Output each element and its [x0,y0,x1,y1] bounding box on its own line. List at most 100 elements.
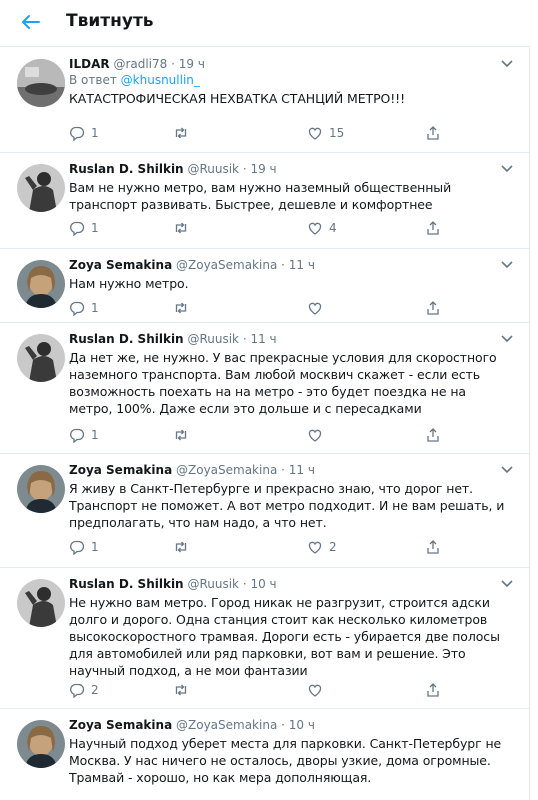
reply-icon [70,428,85,443]
author-handle[interactable]: @ZoyaSemakina [176,718,277,732]
author-handle[interactable]: @radli78 [113,57,167,71]
share-button[interactable] [425,218,441,238]
reply-button[interactable]: 1 [69,425,99,445]
author-handle[interactable]: @Ruusik [187,332,239,346]
separator-dot: · [171,57,175,71]
chevron-down-icon[interactable] [500,463,514,477]
separator-dot: · [242,332,247,346]
like-button[interactable]: 15 [307,123,344,143]
share-button[interactable] [425,123,441,143]
author-handle[interactable]: @Ruusik [187,577,239,591]
author-name[interactable]: Zoya Semakina [69,258,172,272]
avatar[interactable] [17,579,65,627]
retweet-button[interactable] [173,123,195,143]
chevron-down-icon[interactable] [500,57,514,71]
reply-button[interactable]: 1 [69,218,99,238]
avatar[interactable] [17,334,65,382]
reply-to-link[interactable]: @khusnullin_ [121,73,200,87]
heart-icon [308,222,322,235]
reply-button[interactable]: 2 [69,680,99,700]
tweet[interactable]: Zoya Semakina @ZoyaSemakina · 11 ч Нам н… [0,248,530,323]
reply-icon [70,683,85,698]
reply-icon [70,301,85,316]
retweet-button[interactable] [173,218,195,238]
tweet-time[interactable]: 11 ч [250,332,276,346]
heart-icon [308,684,322,697]
retweet-button[interactable] [173,298,195,318]
reply-context: В ответ @khusnullin_ [69,72,509,88]
heart-icon [308,302,322,315]
tweet-actions: 1 4 [69,218,469,238]
author-handle[interactable]: @Ruusik [187,162,239,176]
tweet-content: ILDAR @radli78 · 19 ч В ответ @khusnulli… [69,56,509,107]
chevron-down-icon[interactable] [500,258,514,272]
avatar[interactable] [17,260,65,308]
page-header: Твитнуть [0,0,530,47]
like-button[interactable]: 4 [307,218,337,238]
avatar[interactable] [17,720,65,768]
author-handle[interactable]: @ZoyaSemakina [176,463,277,477]
share-icon [427,540,439,554]
reply-count: 2 [91,683,99,697]
tweet[interactable]: ILDAR @radli78 · 19 ч В ответ @khusnulli… [0,47,530,153]
retweet-button[interactable] [173,425,195,445]
reply-icon [70,126,85,141]
separator-dot: · [281,718,285,732]
tweet-header: Ruslan D. Shilkin @Ruusik · 11 ч [69,331,509,347]
avatar[interactable] [17,164,65,212]
retweet-button[interactable] [173,680,195,700]
tweet-content: Zoya Semakina @ZoyaSemakina · 11 ч Я жив… [69,462,509,531]
tweet[interactable]: Ruslan D. Shilkin @Ruusik · 10 ч Не нужн… [0,567,530,709]
share-button[interactable] [425,425,441,445]
retweet-button[interactable] [173,537,195,557]
reply-button[interactable]: 1 [69,298,99,318]
tweet-time[interactable]: 19 ч [250,162,276,176]
share-button[interactable] [425,298,441,318]
reply-icon [70,540,85,555]
share-icon [427,301,439,315]
like-button[interactable]: 2 [307,537,337,557]
tweet-actions: 1 [69,425,469,445]
author-name[interactable]: Zoya Semakina [69,718,172,732]
reply-button[interactable]: 1 [69,123,99,143]
author-name[interactable]: Ruslan D. Shilkin [69,162,184,176]
back-arrow-icon[interactable] [20,11,42,33]
tweet-time[interactable]: 10 ч [289,718,315,732]
share-button[interactable] [425,537,441,557]
tweet[interactable]: Zoya Semakina @ZoyaSemakina · 10 ч Научн… [0,708,530,800]
like-button[interactable] [307,425,329,445]
avatar[interactable] [17,59,65,107]
tweet[interactable]: Ruslan D. Shilkin @Ruusik · 11 ч Да нет … [0,322,530,454]
chevron-down-icon[interactable] [500,162,514,176]
reply-count: 1 [91,540,99,554]
like-button[interactable] [307,680,329,700]
tweet-text: Да нет же, не нужно. У вас прекрасные ус… [69,350,497,416]
share-button[interactable] [425,680,441,700]
retweet-icon [175,302,187,314]
tweet-actions: 1 15 [69,123,469,143]
tweet-time[interactable]: 11 ч [289,463,315,477]
chevron-down-icon[interactable] [500,577,514,591]
separator-dot: · [281,258,285,272]
heart-icon [308,127,322,140]
like-count: 2 [329,540,337,554]
like-button[interactable] [307,298,329,318]
like-count: 4 [329,221,337,235]
author-name[interactable]: Ruslan D. Shilkin [69,332,184,346]
chevron-down-icon[interactable] [500,332,514,346]
share-icon [427,683,439,697]
tweet[interactable]: Zoya Semakina @ZoyaSemakina · 11 ч Я жив… [0,453,530,568]
tweet-actions: 1 2 [69,537,469,557]
retweet-icon [175,127,187,139]
tweet-time[interactable]: 11 ч [289,258,315,272]
author-name[interactable]: ILDAR [69,57,110,71]
tweet-time[interactable]: 10 ч [250,577,276,591]
reply-button[interactable]: 1 [69,537,99,557]
tweet[interactable]: Ruslan D. Shilkin @Ruusik · 19 ч Вам не … [0,152,530,249]
author-name[interactable]: Zoya Semakina [69,463,172,477]
author-handle[interactable]: @ZoyaSemakina [176,258,277,272]
tweet-time[interactable]: 19 ч [179,57,205,71]
like-count: 15 [329,126,345,140]
author-name[interactable]: Ruslan D. Shilkin [69,577,184,591]
avatar[interactable] [17,465,65,513]
